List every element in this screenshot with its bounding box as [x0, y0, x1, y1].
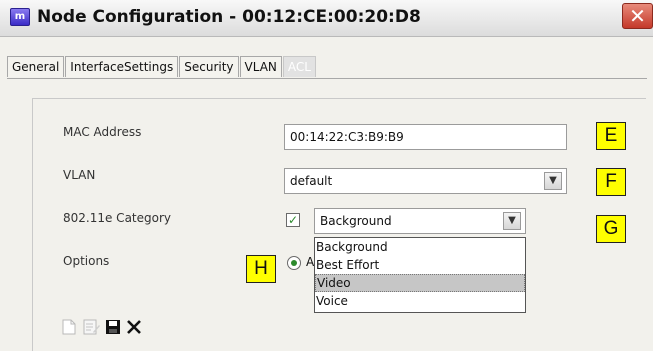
options-radio-label: A	[306, 255, 315, 269]
options-label: Options	[63, 254, 110, 268]
title-bar: m Node Configuration - 00:12:CE:00:20:D8…	[0, 0, 653, 37]
delete-icon[interactable]	[126, 319, 142, 338]
save-icon[interactable]	[105, 319, 121, 338]
app-icon: m	[10, 8, 30, 26]
tab-general[interactable]: General	[7, 56, 65, 77]
category-select-value: Background	[320, 214, 392, 228]
new-document-icon[interactable]	[62, 319, 76, 338]
edit-icon[interactable]	[83, 319, 101, 338]
tab-strip: General InterfaceSettings Security VLAN …	[7, 56, 317, 78]
annotation-g: G	[596, 215, 626, 243]
mac-address-field[interactable]: 00:14:22:C3:B9:B9	[284, 124, 567, 150]
tab-divider	[7, 78, 647, 79]
tab-interface-settings[interactable]: InterfaceSettings	[65, 56, 179, 77]
annotation-e: E	[596, 122, 626, 150]
dropdown-option-video[interactable]: Video	[315, 274, 525, 292]
dropdown-option-background[interactable]: Background	[315, 238, 525, 256]
annotation-f: F	[596, 168, 626, 196]
options-radio[interactable]	[287, 256, 301, 270]
category-dropdown-list: Background Best Effort Video Voice	[314, 237, 526, 313]
tab-vlan[interactable]: VLAN	[239, 56, 282, 77]
category-label: 802.11e Category	[63, 211, 171, 225]
close-button[interactable]: ✕	[622, 3, 653, 29]
dropdown-option-voice[interactable]: Voice	[315, 292, 525, 310]
annotation-h: H	[246, 255, 276, 283]
mac-address-label: MAC Address	[63, 125, 142, 139]
dropdown-option-best-effort[interactable]: Best Effort	[315, 256, 525, 274]
tab-security[interactable]: Security	[179, 56, 239, 77]
vlan-dropdown-chevron-icon[interactable]: ▼	[544, 172, 562, 190]
tab-acl[interactable]: ACL	[282, 56, 316, 77]
category-dropdown-chevron-icon[interactable]: ▼	[503, 212, 521, 230]
vlan-label: VLAN	[63, 168, 96, 182]
category-select[interactable]: Background	[314, 208, 526, 234]
category-checkbox[interactable]: ✓	[286, 213, 300, 227]
vlan-select-value: default	[290, 174, 333, 188]
vlan-select[interactable]: default	[284, 168, 567, 194]
window-title: Node Configuration - 00:12:CE:00:20:D8	[37, 7, 421, 27]
